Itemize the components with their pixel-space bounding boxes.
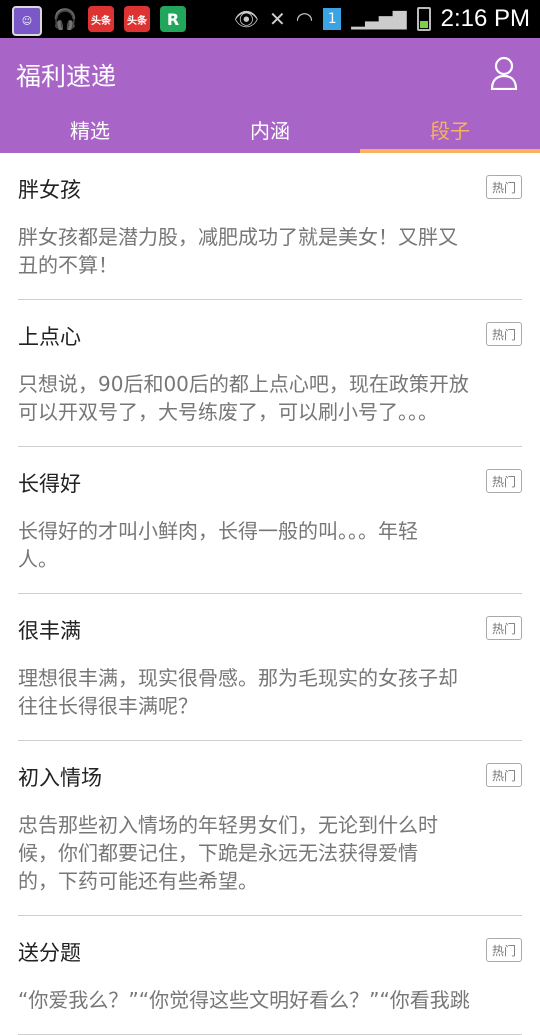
eye-icon: 👁 <box>233 7 260 31</box>
tab-bar: 精选 内涵 段子 <box>0 105 540 153</box>
notification-icons: ☺ 🎧 头条 头条 R <box>12 6 186 36</box>
list-item[interactable]: 初入情场 热门 忠告那些初入情场的年轻男女们，无论到什么时 候，你们都要记住，下… <box>18 741 522 916</box>
item-title: 初入情场 <box>18 766 102 790</box>
tab-humor[interactable]: 内涵 <box>180 105 360 153</box>
app-bar: 福利速递 精选 内涵 段子 <box>0 38 540 153</box>
clock: 2:16 PM <box>440 5 530 32</box>
item-title: 长得好 <box>18 472 81 496</box>
signal-icon: ▁▃▅▇ <box>351 8 407 30</box>
item-title: 上点心 <box>18 325 81 349</box>
tab-jokes[interactable]: 段子 <box>360 105 540 153</box>
user-icon[interactable] <box>490 56 518 90</box>
system-status: 👁 ✕ ◠ 1 ▁▃▅▇ 2:16 PM <box>234 4 530 34</box>
wifi-icon: ◠ <box>295 7 314 31</box>
hot-badge: 热门 <box>486 322 522 346</box>
status-bar: ☺ 🎧 头条 头条 R 👁 ✕ ◠ 1 ▁▃▅▇ 2:16 PM <box>0 0 540 38</box>
hot-badge: 热门 <box>486 469 522 493</box>
avatar-icon: ☺ <box>12 6 42 36</box>
item-title: 送分题 <box>18 941 81 965</box>
list-item[interactable]: 胖女孩 热门 胖女孩都是潜力股，减肥成功了就是美女！又胖又 丑的不算！ <box>18 153 522 300</box>
app-title: 福利速递 <box>16 62 117 91</box>
sim-icon: 1 <box>323 8 342 30</box>
item-body: 胖女孩都是潜力股，减肥成功了就是美女！又胖又 丑的不算！ <box>18 225 458 277</box>
tab-featured[interactable]: 精选 <box>0 105 180 153</box>
mute-icon: ✕ <box>269 7 286 31</box>
list-item[interactable]: 很丰满 热门 理想很丰满，现实很骨感。那为毛现实的女孩子却 往往长得很丰满呢？ <box>18 594 522 741</box>
toutiao-icon: 头条 <box>88 6 114 32</box>
item-body: 理想很丰满，现实很骨感。那为毛现实的女孩子却 往往长得很丰满呢？ <box>18 666 458 718</box>
hot-badge: 热门 <box>486 616 522 640</box>
item-body: 忠告那些初入情场的年轻男女们，无论到什么时 候，你们都要记住，下跪是永远无法获得… <box>18 813 438 893</box>
list-item[interactable]: 长得好 热门 长得好的才叫小鲜肉，长得一般的叫。。。年轻 人。 <box>18 447 522 594</box>
hot-badge: 热门 <box>486 938 522 962</box>
list-item[interactable]: 上点心 热门 只想说，90后和00后的都上点心吧，现在政策开放 可以开双号了，大… <box>18 300 522 447</box>
item-title: 胖女孩 <box>18 178 81 202</box>
item-body: “你爱我么？”“你觉得这些文明好看么？”“你看我跳 <box>18 988 470 1012</box>
toutiao-icon-2: 头条 <box>124 6 150 32</box>
item-body: 长得好的才叫小鲜肉，长得一般的叫。。。年轻 人。 <box>18 519 418 571</box>
r-app-icon: R <box>160 6 186 32</box>
item-body: 只想说，90后和00后的都上点心吧，现在政策开放 可以开双号了，大号练废了，可以… <box>18 372 469 424</box>
battery-icon <box>416 7 431 31</box>
hot-badge: 热门 <box>486 763 522 787</box>
headset-icon: 🎧 <box>52 7 78 31</box>
list-item[interactable]: 送分题 热门 “你爱我么？”“你觉得这些文明好看么？”“你看我跳 <box>18 916 522 1035</box>
joke-list[interactable]: 胖女孩 热门 胖女孩都是潜力股，减肥成功了就是美女！又胖又 丑的不算！ 上点心 … <box>0 153 540 1035</box>
hot-badge: 热门 <box>486 175 522 199</box>
item-title: 很丰满 <box>18 619 81 643</box>
